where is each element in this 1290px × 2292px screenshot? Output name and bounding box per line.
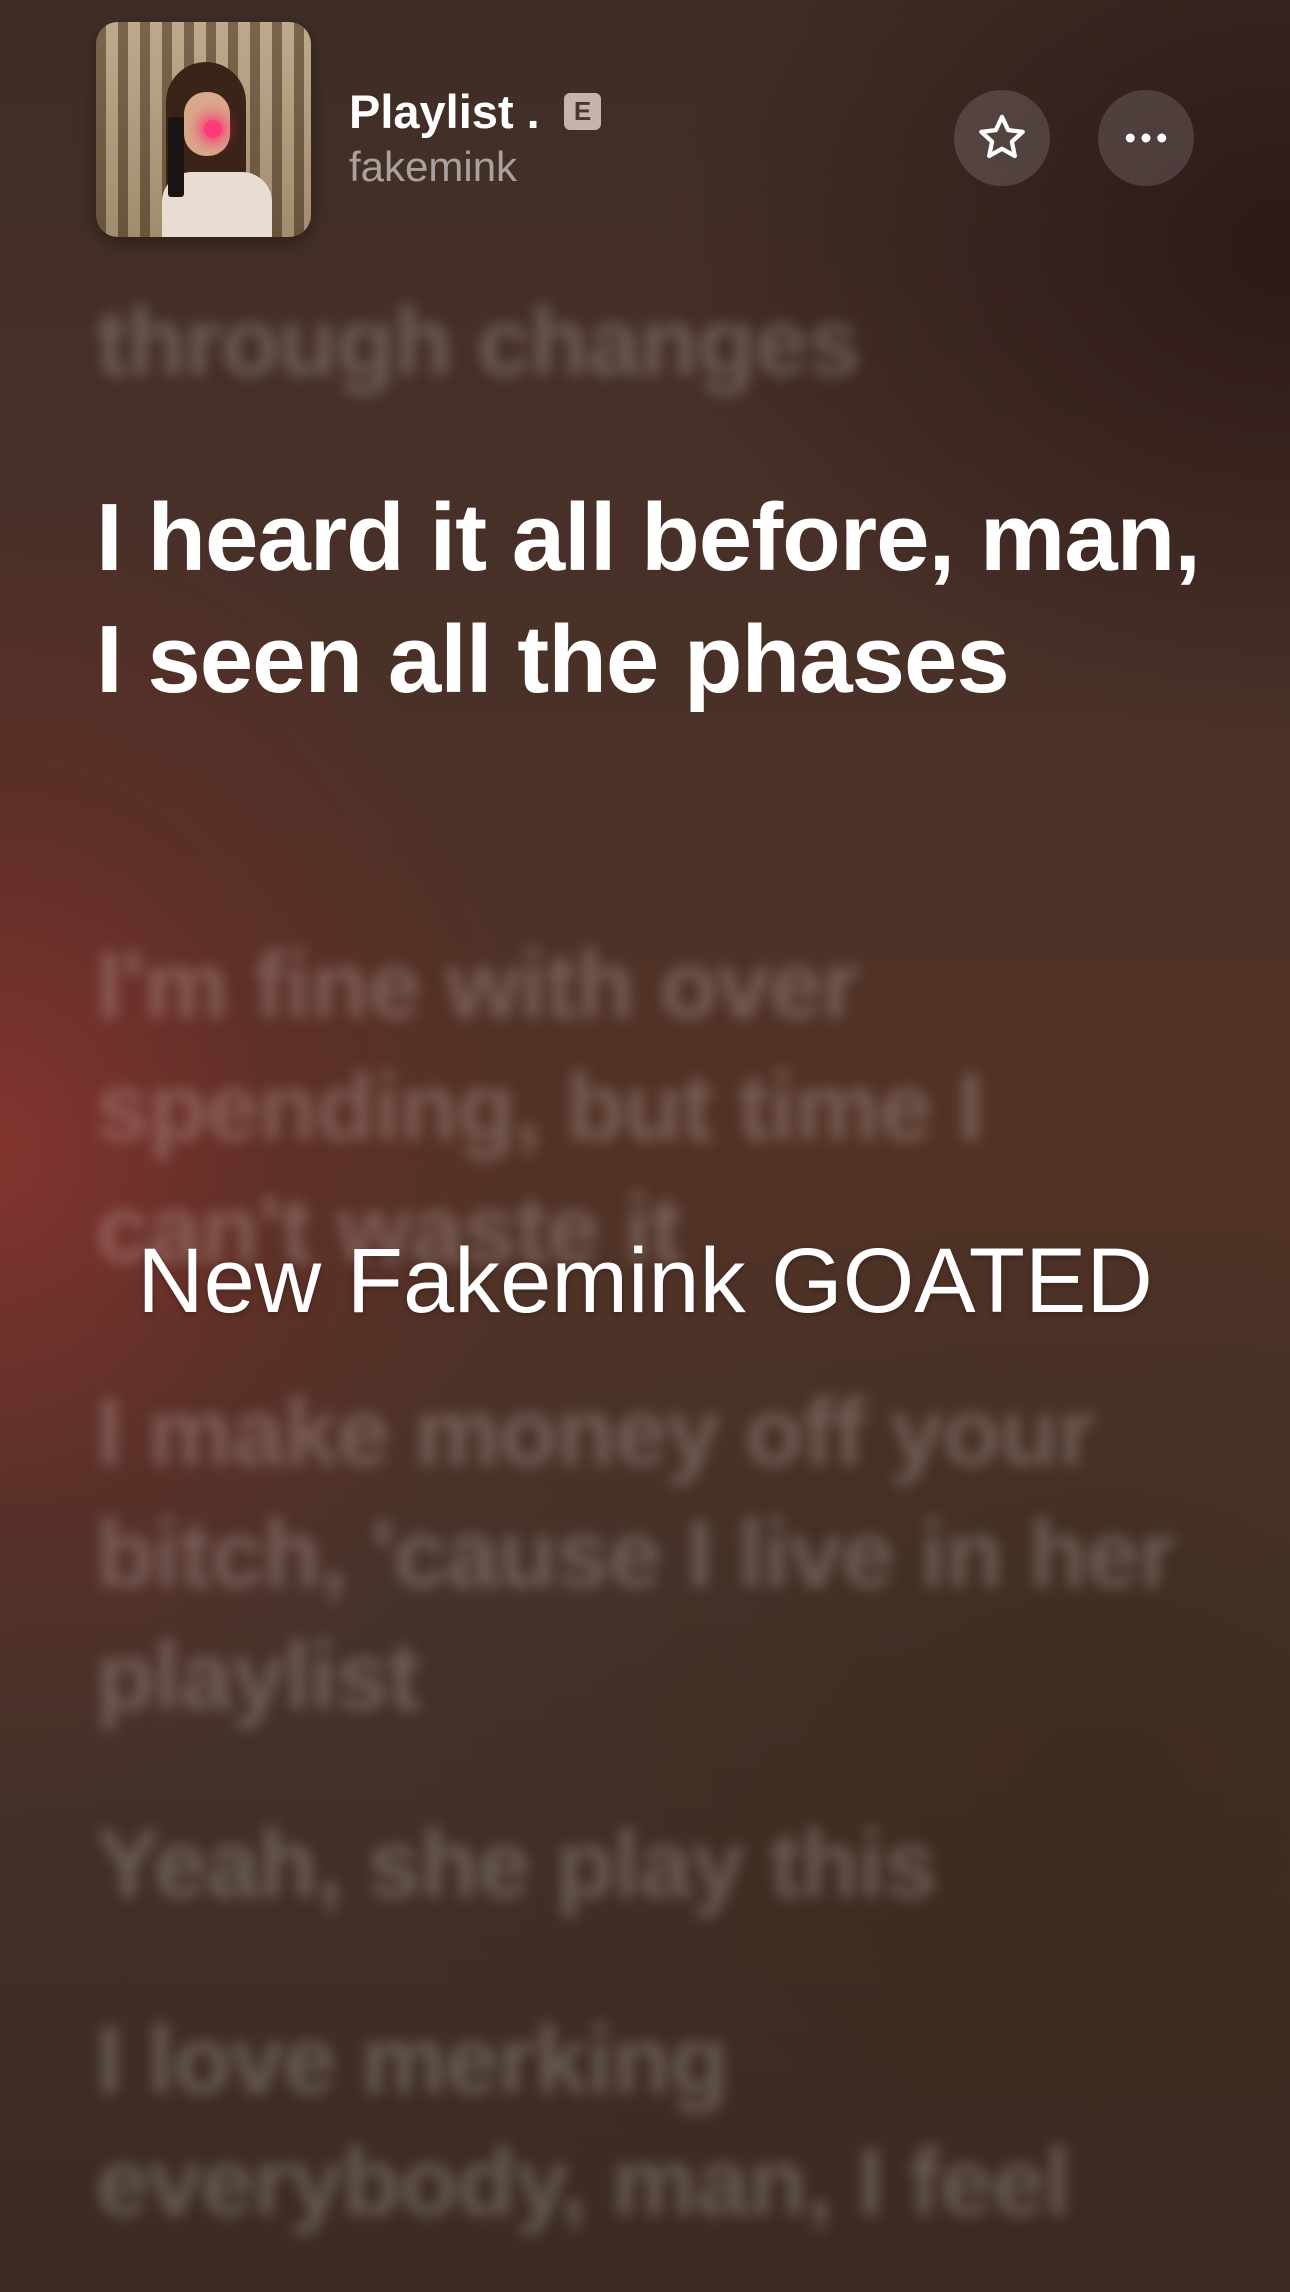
lyric-line-previous[interactable]: through changes — [96, 282, 1216, 404]
artwork-figure-object — [168, 117, 184, 197]
lyric-line-upcoming[interactable]: I love merking everybody, man, I feel — [96, 2000, 1216, 2244]
lyric-line-current[interactable]: I heard it all before, man, I seen all t… — [96, 477, 1216, 721]
explicit-badge: E — [564, 93, 601, 130]
overlay-caption: New Fakemink GOATED — [137, 1230, 1153, 1332]
ellipsis-icon — [1125, 133, 1167, 143]
lyric-line-upcoming[interactable]: Yeah, she play this — [96, 1804, 1216, 1926]
favorite-button[interactable] — [954, 90, 1050, 186]
artist-name[interactable]: fakemink — [349, 140, 517, 194]
now-playing-header: Playlist . E fakemink — [0, 0, 1290, 260]
artwork-glow — [204, 120, 222, 138]
lyric-line-upcoming[interactable]: I make money off your bitch, 'cause I li… — [96, 1372, 1216, 1738]
star-icon — [979, 114, 1025, 159]
more-options-button[interactable] — [1098, 90, 1194, 186]
track-title[interactable]: Playlist . — [349, 82, 540, 142]
album-artwork[interactable] — [96, 22, 311, 237]
